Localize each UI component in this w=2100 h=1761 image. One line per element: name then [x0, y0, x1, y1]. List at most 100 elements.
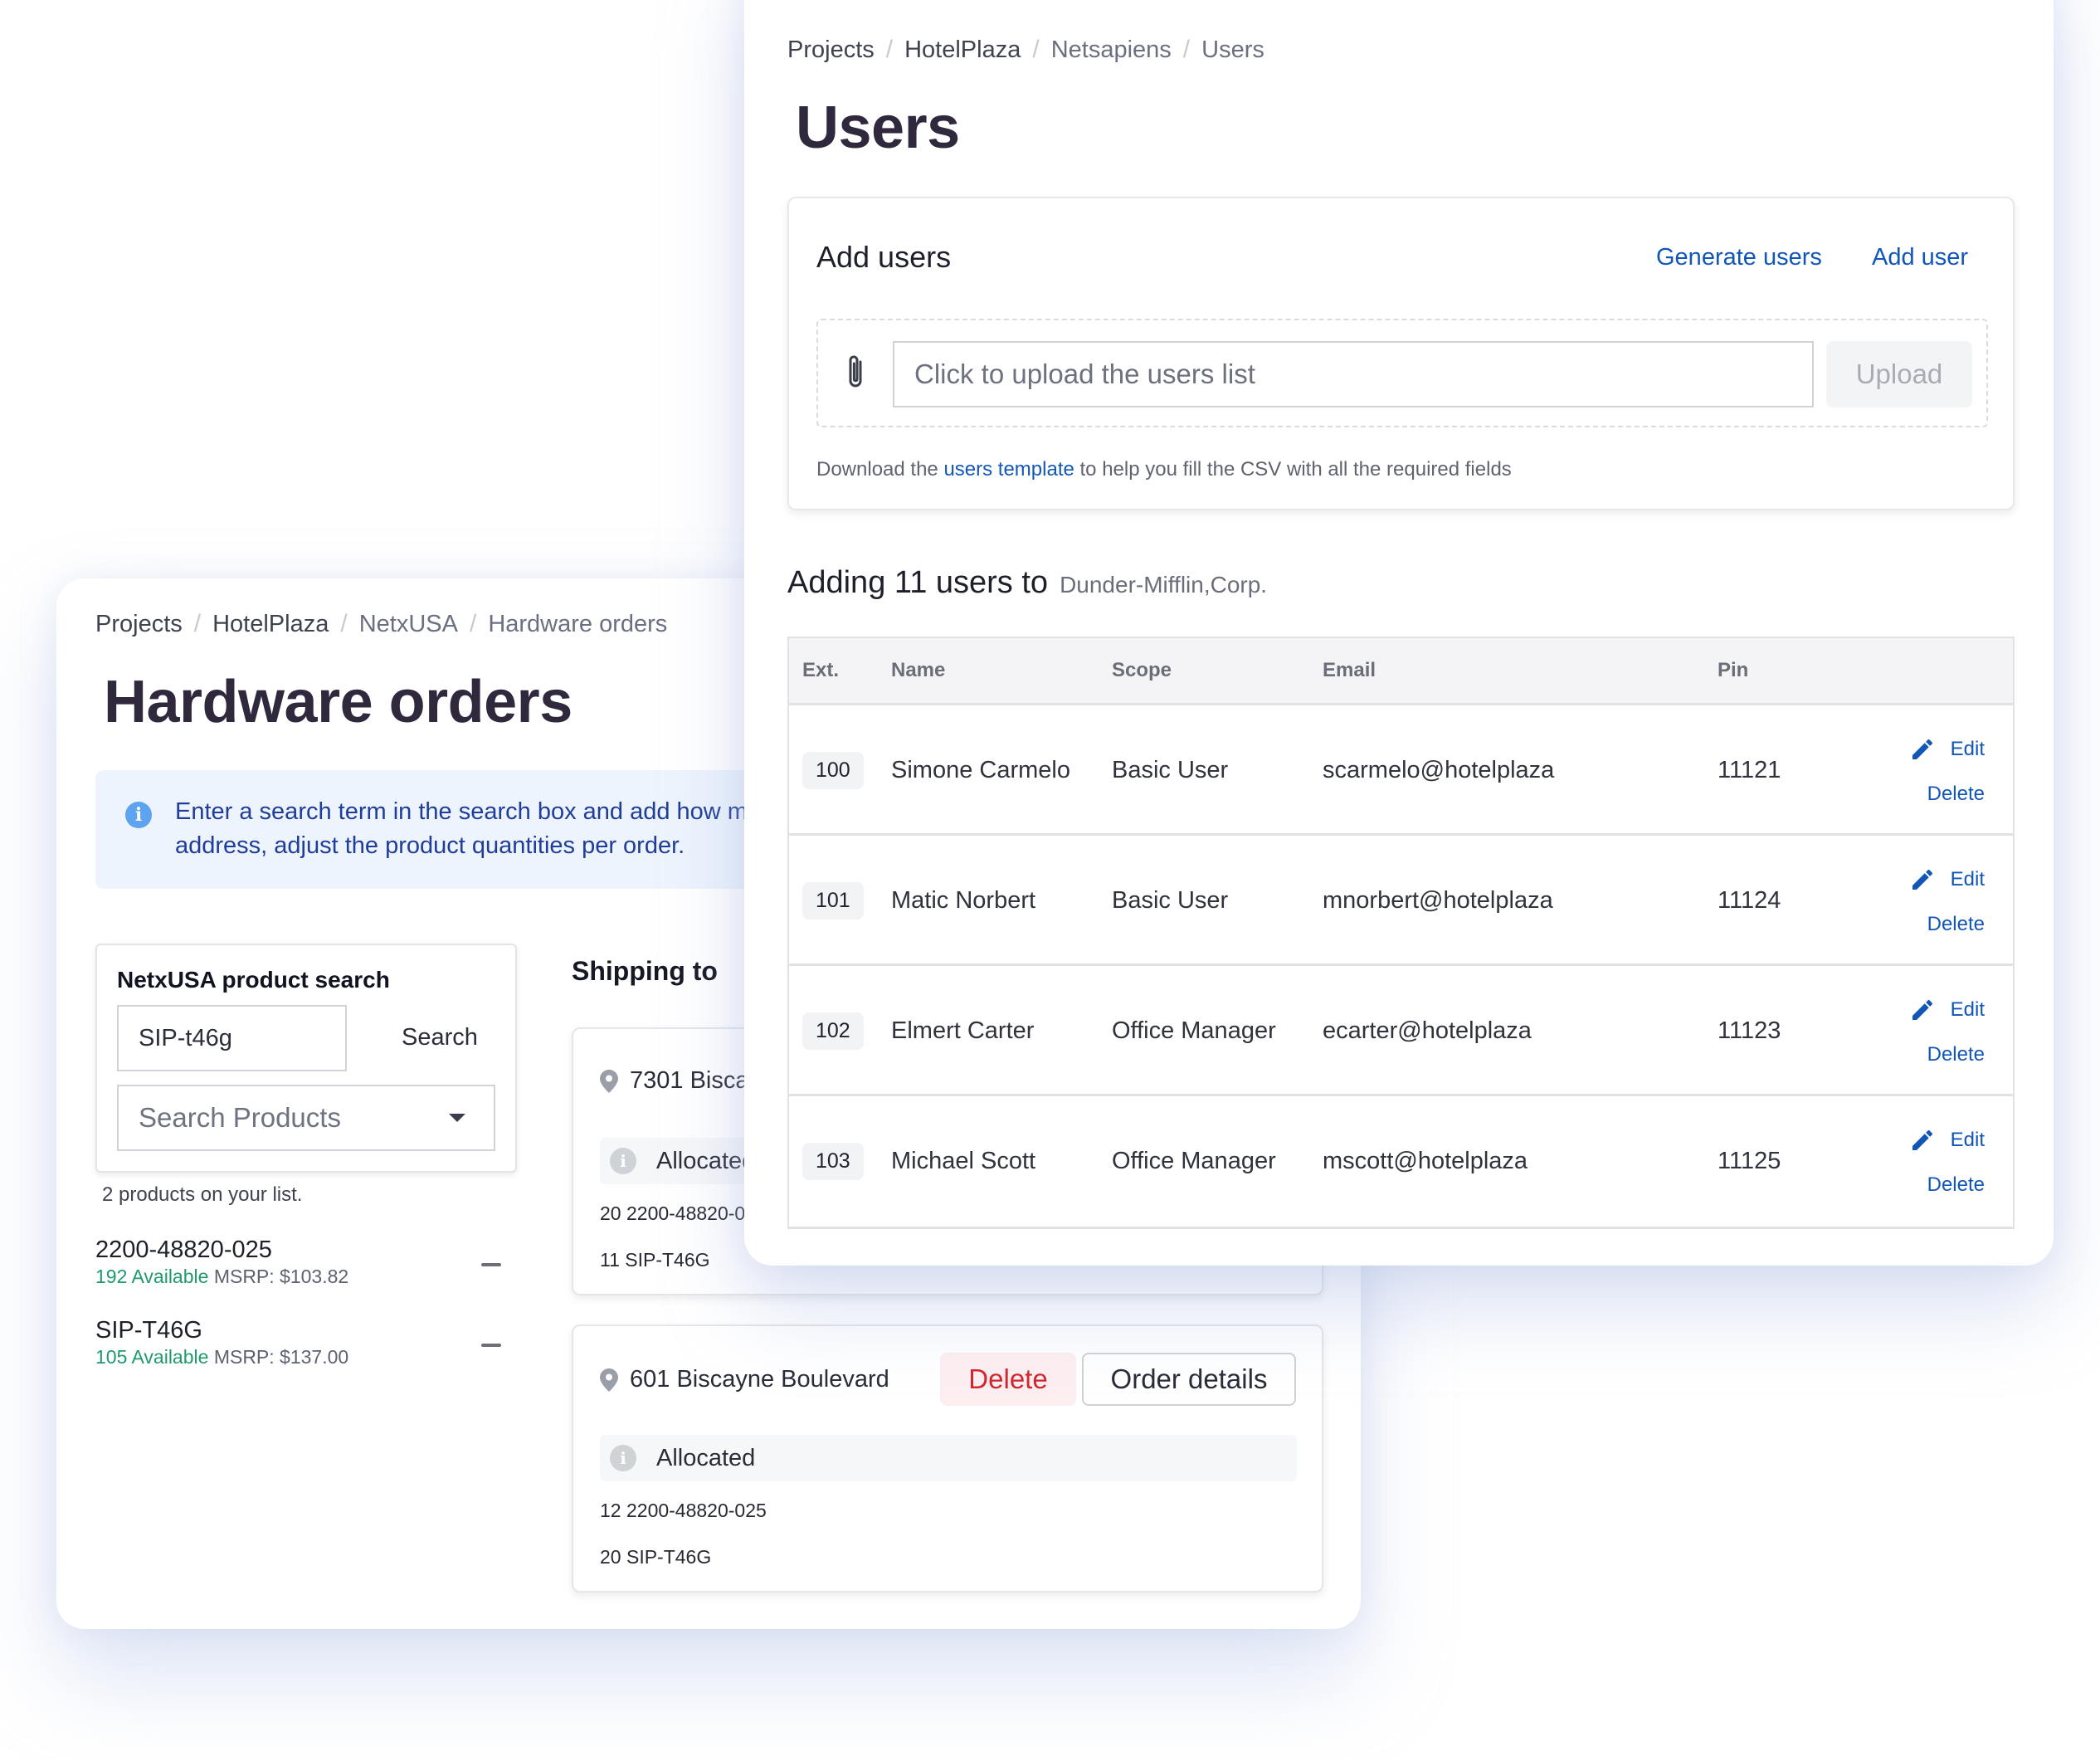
- table-row: 103 Michael Scott Office Manager mscott@…: [789, 1096, 2013, 1227]
- ext-cell: 100: [802, 705, 864, 836]
- edit-label: Edit: [1950, 1128, 1985, 1151]
- product-meta: 105 Available MSRP: $137.00: [95, 1346, 348, 1368]
- table-row: 102 Elmert Carter Office Manager ecarter…: [789, 966, 2013, 1096]
- breadcrumb-hotelplaza[interactable]: HotelPlaza: [904, 37, 1021, 64]
- line-item-qty: 20: [600, 1202, 621, 1224]
- name-cell: Matic Norbert: [891, 887, 1036, 914]
- name-cell: Elmert Carter: [891, 1017, 1035, 1044]
- row-actions: Edit Delete: [1909, 1096, 1985, 1227]
- breadcrumb-separator: /: [340, 610, 348, 637]
- edit-button[interactable]: Edit: [1909, 997, 1985, 1023]
- users-template-link[interactable]: users template: [943, 458, 1074, 480]
- line-item-sku: 2200-48820-025: [626, 1500, 767, 1521]
- edit-button[interactable]: Edit: [1909, 736, 1985, 763]
- line-item-qty: 20: [600, 1546, 621, 1568]
- breadcrumb: Projects / HotelPlaza / Netsapiens / Use…: [787, 36, 1264, 64]
- upload-users-input[interactable]: Click to upload the users list: [893, 341, 1814, 407]
- adding-users-count: Adding 11 users to: [787, 565, 1049, 600]
- breadcrumb-current: Users: [1201, 36, 1264, 63]
- breadcrumb: Projects / HotelPlaza / NetxUSA / Hardwa…: [95, 610, 667, 638]
- order-address-text: 601 Biscayne Boulevard: [630, 1366, 889, 1393]
- add-user-link[interactable]: Add user: [1872, 244, 1968, 271]
- pin-cell: 11124: [1718, 887, 1781, 914]
- product-search-card: NetxUSA product search SIP-t46g Search S…: [95, 944, 517, 1173]
- add-users-title: Add users: [816, 240, 952, 274]
- breadcrumb-projects[interactable]: Projects: [95, 611, 183, 638]
- ext-badge: 100: [802, 752, 864, 789]
- line-item-qty: 12: [600, 1500, 621, 1521]
- remove-product-icon[interactable]: [481, 1344, 501, 1347]
- ext-cell: 103: [802, 1096, 864, 1227]
- product-msrp: MSRP: $137.00: [213, 1346, 349, 1368]
- add-users-card: Add users Generate users Add user Click …: [787, 197, 2015, 510]
- pencil-icon: [1912, 999, 1932, 1020]
- order-line-item: 20 2200-48820-025: [600, 1202, 767, 1225]
- ext-cell: 101: [802, 836, 864, 966]
- remove-product-icon[interactable]: [481, 1263, 501, 1266]
- products-count-note: 2 products on your list.: [102, 1183, 303, 1206]
- generate-users-link[interactable]: Generate users: [1656, 244, 1822, 271]
- upload-button[interactable]: Upload: [1826, 341, 1972, 407]
- delete-order-button[interactable]: Delete: [940, 1353, 1076, 1406]
- adding-users-heading: Adding 11 users to Dunder-Mifflin,Corp.: [787, 565, 1267, 601]
- product-availability: 105 Available: [95, 1346, 209, 1368]
- delete-user-button[interactable]: Delete: [1927, 1043, 1985, 1066]
- edit-button[interactable]: Edit: [1909, 866, 1985, 893]
- chevron-down-icon: [449, 1114, 465, 1122]
- paperclip-icon: [849, 355, 862, 388]
- breadcrumb-separator: /: [1182, 36, 1191, 63]
- order-details-button[interactable]: Order details: [1082, 1353, 1296, 1406]
- product-item: SIP-T46G 105 Available MSRP: $137.00: [95, 1317, 348, 1368]
- upload-dropzone[interactable]: Click to upload the users list Upload: [816, 319, 1988, 427]
- scope-cell: Office Manager: [1112, 1148, 1276, 1174]
- table-row: 101 Matic Norbert Basic User mnorbert@ho…: [789, 836, 2013, 966]
- column-header-name[interactable]: Name: [891, 638, 945, 703]
- product-name: 2200-48820-025: [95, 1237, 272, 1263]
- search-products-select[interactable]: Search Products: [117, 1085, 495, 1151]
- pencil-icon: [1912, 739, 1932, 759]
- name-cell: Michael Scott: [891, 1148, 1036, 1174]
- column-header-ext[interactable]: Ext.: [802, 638, 839, 703]
- map-pin-icon: [600, 1368, 618, 1392]
- breadcrumb-separator: /: [885, 36, 894, 63]
- delete-user-button[interactable]: Delete: [1927, 1173, 1985, 1197]
- order-card: 601 Biscayne Boulevard Delete Order deta…: [572, 1324, 1323, 1593]
- edit-label: Edit: [1950, 737, 1985, 760]
- breadcrumb-current: Hardware orders: [488, 610, 668, 637]
- product-name: SIP-T46G: [95, 1317, 202, 1344]
- ext-badge: 102: [802, 1012, 864, 1050]
- edit-button[interactable]: Edit: [1909, 1127, 1985, 1154]
- breadcrumb-hotelplaza[interactable]: HotelPlaza: [212, 611, 329, 638]
- page-title: Hardware orders: [104, 669, 573, 735]
- column-header-email[interactable]: Email: [1323, 638, 1376, 703]
- info-icon: i: [125, 802, 152, 828]
- product-meta: 192 Available MSRP: $103.82: [95, 1266, 348, 1288]
- product-availability: 192 Available: [95, 1266, 209, 1287]
- edit-label: Edit: [1950, 867, 1985, 890]
- ext-cell: 102: [802, 966, 864, 1096]
- email-cell: ecarter@hotelplaza: [1323, 1017, 1532, 1044]
- info-banner: i Enter a search term in the search box …: [95, 770, 809, 889]
- edit-label: Edit: [1950, 998, 1985, 1021]
- info-text-line-2: address, adjust the product quantities p…: [175, 832, 685, 859]
- row-actions: Edit Delete: [1909, 705, 1985, 836]
- breadcrumb-netxusa[interactable]: NetxUSA: [359, 611, 458, 638]
- search-button[interactable]: Search: [402, 1024, 478, 1051]
- shipping-to-title: Shipping to: [572, 956, 718, 986]
- breadcrumb-separator: /: [469, 610, 477, 637]
- column-header-scope[interactable]: Scope: [1112, 638, 1172, 703]
- table-header: Ext. Name Scope Email Pin: [789, 638, 2013, 705]
- users-table: Ext. Name Scope Email Pin 100 Simone Car…: [787, 637, 2015, 1229]
- info-icon: i: [610, 1445, 636, 1471]
- product-search-input[interactable]: SIP-t46g: [117, 1005, 347, 1071]
- column-header-pin[interactable]: Pin: [1718, 638, 1748, 703]
- pencil-icon: [1912, 1129, 1932, 1150]
- ext-badge: 103: [802, 1143, 864, 1180]
- table-row: 100 Simone Carmelo Basic User scarmelo@h…: [789, 705, 2013, 836]
- delete-user-button[interactable]: Delete: [1927, 783, 1985, 806]
- breadcrumb-netsapiens[interactable]: Netsapiens: [1051, 37, 1172, 64]
- scope-cell: Office Manager: [1112, 1017, 1276, 1044]
- breadcrumb-projects[interactable]: Projects: [787, 37, 875, 64]
- delete-user-button[interactable]: Delete: [1927, 913, 1985, 936]
- order-status-text: Allocated: [656, 1147, 756, 1174]
